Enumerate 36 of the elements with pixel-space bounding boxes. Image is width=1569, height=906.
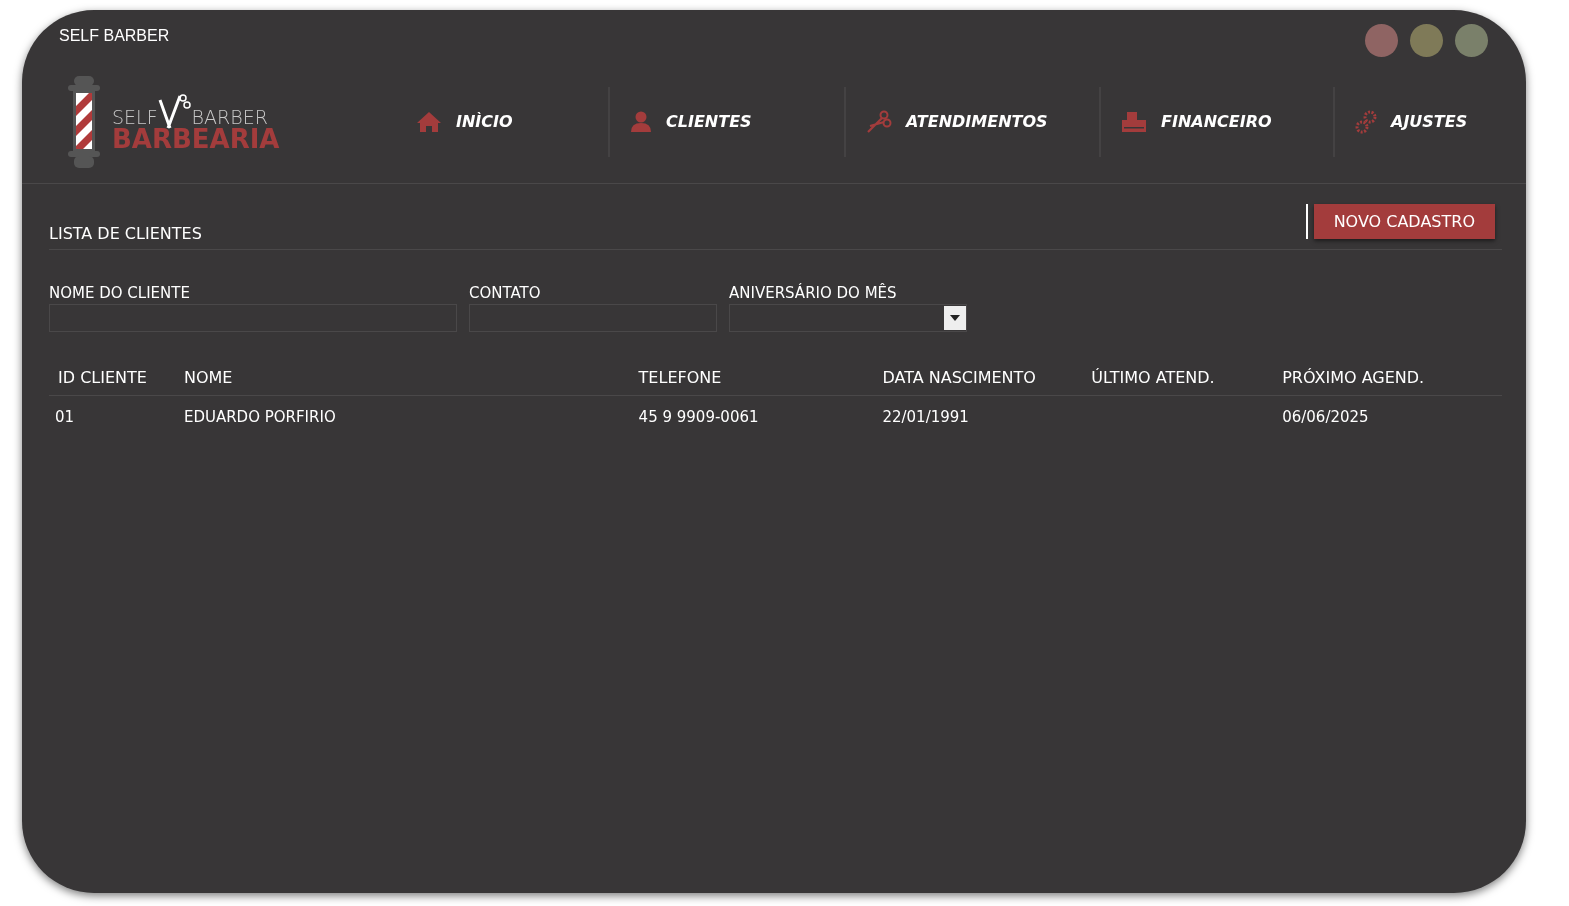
barber-pole-icon — [66, 75, 102, 168]
minimize-button[interactable] — [1410, 24, 1443, 57]
home-icon — [416, 110, 442, 133]
field-label: ANIVERSÁRIO DO MÊS — [729, 284, 898, 302]
logo-text: SELF — [112, 105, 158, 128]
nav-tab[interactable]: AJUSTES — [1333, 86, 1523, 157]
field-label: CONTATO — [469, 284, 542, 302]
field-label: NOME DO CLIENTE — [49, 284, 191, 302]
close-button[interactable] — [1365, 24, 1398, 57]
column-header: PRÓXIMO AGEND. — [1282, 368, 1426, 387]
table-cell: 06/06/2025 — [1282, 408, 1369, 426]
nav-tab[interactable]: INÌCIO — [372, 86, 608, 157]
column-header: DATA NASCIMENTO — [882, 368, 1037, 387]
scissors-icon — [866, 109, 892, 134]
razor-scissors-icon — [157, 91, 192, 130]
section-title: LISTA DE CLIENTES — [49, 224, 202, 243]
window-title: SELF BARBER — [59, 27, 170, 45]
nav-tab[interactable]: FINANCEIRO — [1099, 86, 1333, 157]
nav-tab[interactable]: CLIENTES — [608, 86, 844, 157]
column-header: NOME — [183, 368, 234, 387]
maximize-button[interactable] — [1455, 24, 1488, 57]
month-dropdown[interactable] — [729, 304, 967, 332]
table-cell: 45 9 9909-0061 — [638, 408, 759, 426]
table-cell: 01 — [55, 408, 75, 426]
logo-text: BARBER — [191, 105, 268, 128]
column-header: TELEFONE — [638, 368, 723, 387]
nav-tab[interactable]: ATENDIMENTOS — [844, 86, 1099, 157]
column-header: ÚLTIMO ATEND. — [1091, 368, 1216, 387]
person-icon — [630, 110, 652, 133]
gears-icon — [1355, 109, 1377, 134]
new-record-button[interactable]: NOVO CADASTRO — [1313, 204, 1495, 239]
table-cell: EDUARDO PORFIRIO — [183, 408, 336, 426]
table-cell: 22/01/1991 — [882, 408, 969, 426]
cash-register-icon — [1121, 110, 1147, 133]
column-header: ID CLIENTE — [58, 368, 148, 387]
logo-title: BARBEARIA — [112, 125, 280, 152]
